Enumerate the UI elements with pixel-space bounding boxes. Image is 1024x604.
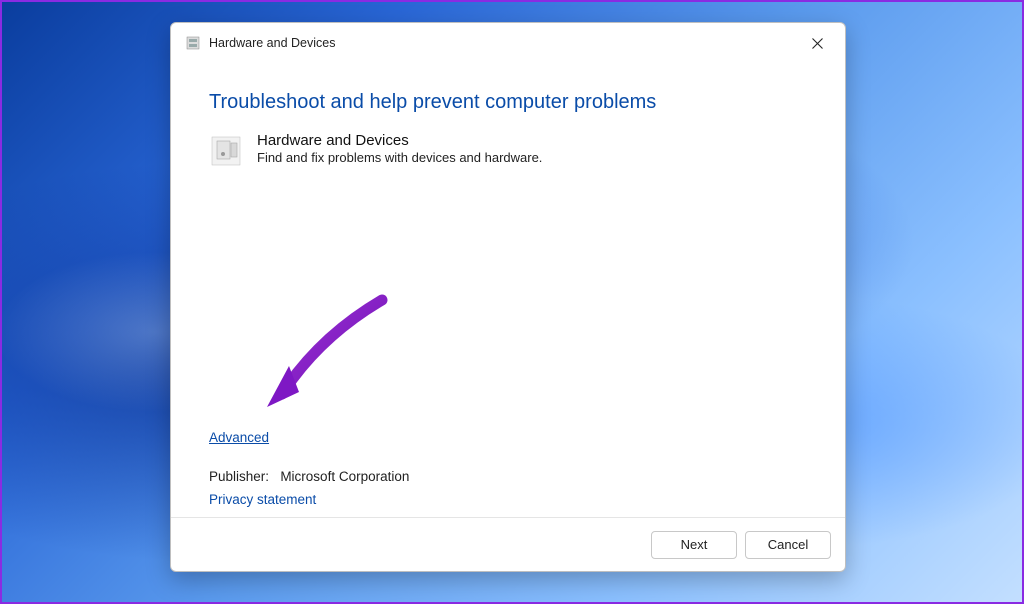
publisher-label: Publisher: xyxy=(209,469,269,484)
advanced-link[interactable]: Advanced xyxy=(209,430,807,445)
next-button[interactable]: Next xyxy=(651,531,737,559)
troubleshoot-icon xyxy=(185,35,201,51)
titlebar: Hardware and Devices xyxy=(171,23,845,63)
item-description: Find and fix problems with devices and h… xyxy=(257,150,542,165)
publisher-value: Microsoft Corporation xyxy=(280,469,409,484)
privacy-statement-link[interactable]: Privacy statement xyxy=(209,492,807,507)
troubleshooter-dialog: Hardware and Devices Troubleshoot and he… xyxy=(170,22,846,572)
page-title: Troubleshoot and help prevent computer p… xyxy=(209,91,807,114)
item-title: Hardware and Devices xyxy=(257,132,542,149)
troubleshooter-item: Hardware and Devices Find and fix proble… xyxy=(209,134,807,168)
cancel-button[interactable]: Cancel xyxy=(745,531,831,559)
close-icon xyxy=(812,38,823,49)
dialog-content: Troubleshoot and help prevent computer p… xyxy=(171,63,845,517)
hardware-icon xyxy=(209,134,243,168)
publisher-row: Publisher: Microsoft Corporation xyxy=(209,469,807,484)
button-bar: Next Cancel xyxy=(171,517,845,571)
close-button[interactable] xyxy=(797,29,837,57)
dialog-title: Hardware and Devices xyxy=(209,36,797,50)
